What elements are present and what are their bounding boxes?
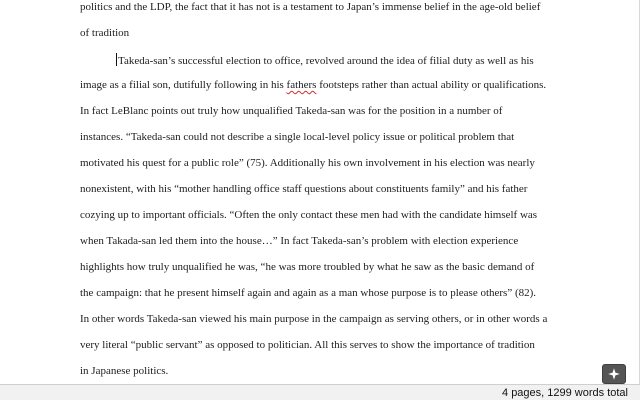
document-line: the campaign: that he present himself ag… [80, 287, 537, 299]
document-line-with-caret: Takeda-san’s successful election to offi… [116, 53, 534, 67]
text-caret [116, 53, 117, 66]
document-line: In fact LeBlanc points out truly how unq… [80, 105, 503, 117]
document-line: motivated his quest for a public role” (… [80, 157, 535, 169]
document-line: in Japanese politics. [80, 365, 169, 377]
document-line-text: Takeda-san’s successful election to offi… [118, 55, 534, 67]
sparkle-action-button[interactable] [602, 364, 626, 384]
misspelled-word[interactable]: fathers [287, 79, 317, 91]
document-line: nonexistent, with his “mother handling o… [80, 183, 528, 195]
document-page[interactable]: politics and the LDP, the fact that it h… [0, 0, 640, 400]
status-bar: 4 pages, 1299 words total [0, 384, 640, 400]
document-line: politics and the LDP, the fact that it h… [80, 1, 541, 13]
document-line-segment: image as a filial son, dutifully followi… [80, 79, 287, 91]
document-line: cozying up to important officials. “Ofte… [80, 209, 538, 221]
word-processor-window: politics and the LDP, the fact that it h… [0, 0, 640, 400]
document-line: In other words Takeda-san viewed his mai… [80, 313, 548, 325]
document-line-segment: footsteps rather than actual ability or … [316, 79, 547, 91]
sparkle-icon [608, 368, 620, 380]
document-line: instances. “Takeda-san could not describ… [80, 131, 515, 143]
document-line: very literal “public servant” as opposed… [80, 339, 535, 351]
document-line: highlights how truly unqualified he was,… [80, 261, 535, 273]
word-count-status: 4 pages, 1299 words total [502, 387, 628, 399]
document-line: image as a filial son, dutifully followi… [80, 79, 546, 91]
document-line: when Takada-san led them into the house…… [80, 235, 519, 247]
document-line: of tradition [80, 27, 130, 39]
